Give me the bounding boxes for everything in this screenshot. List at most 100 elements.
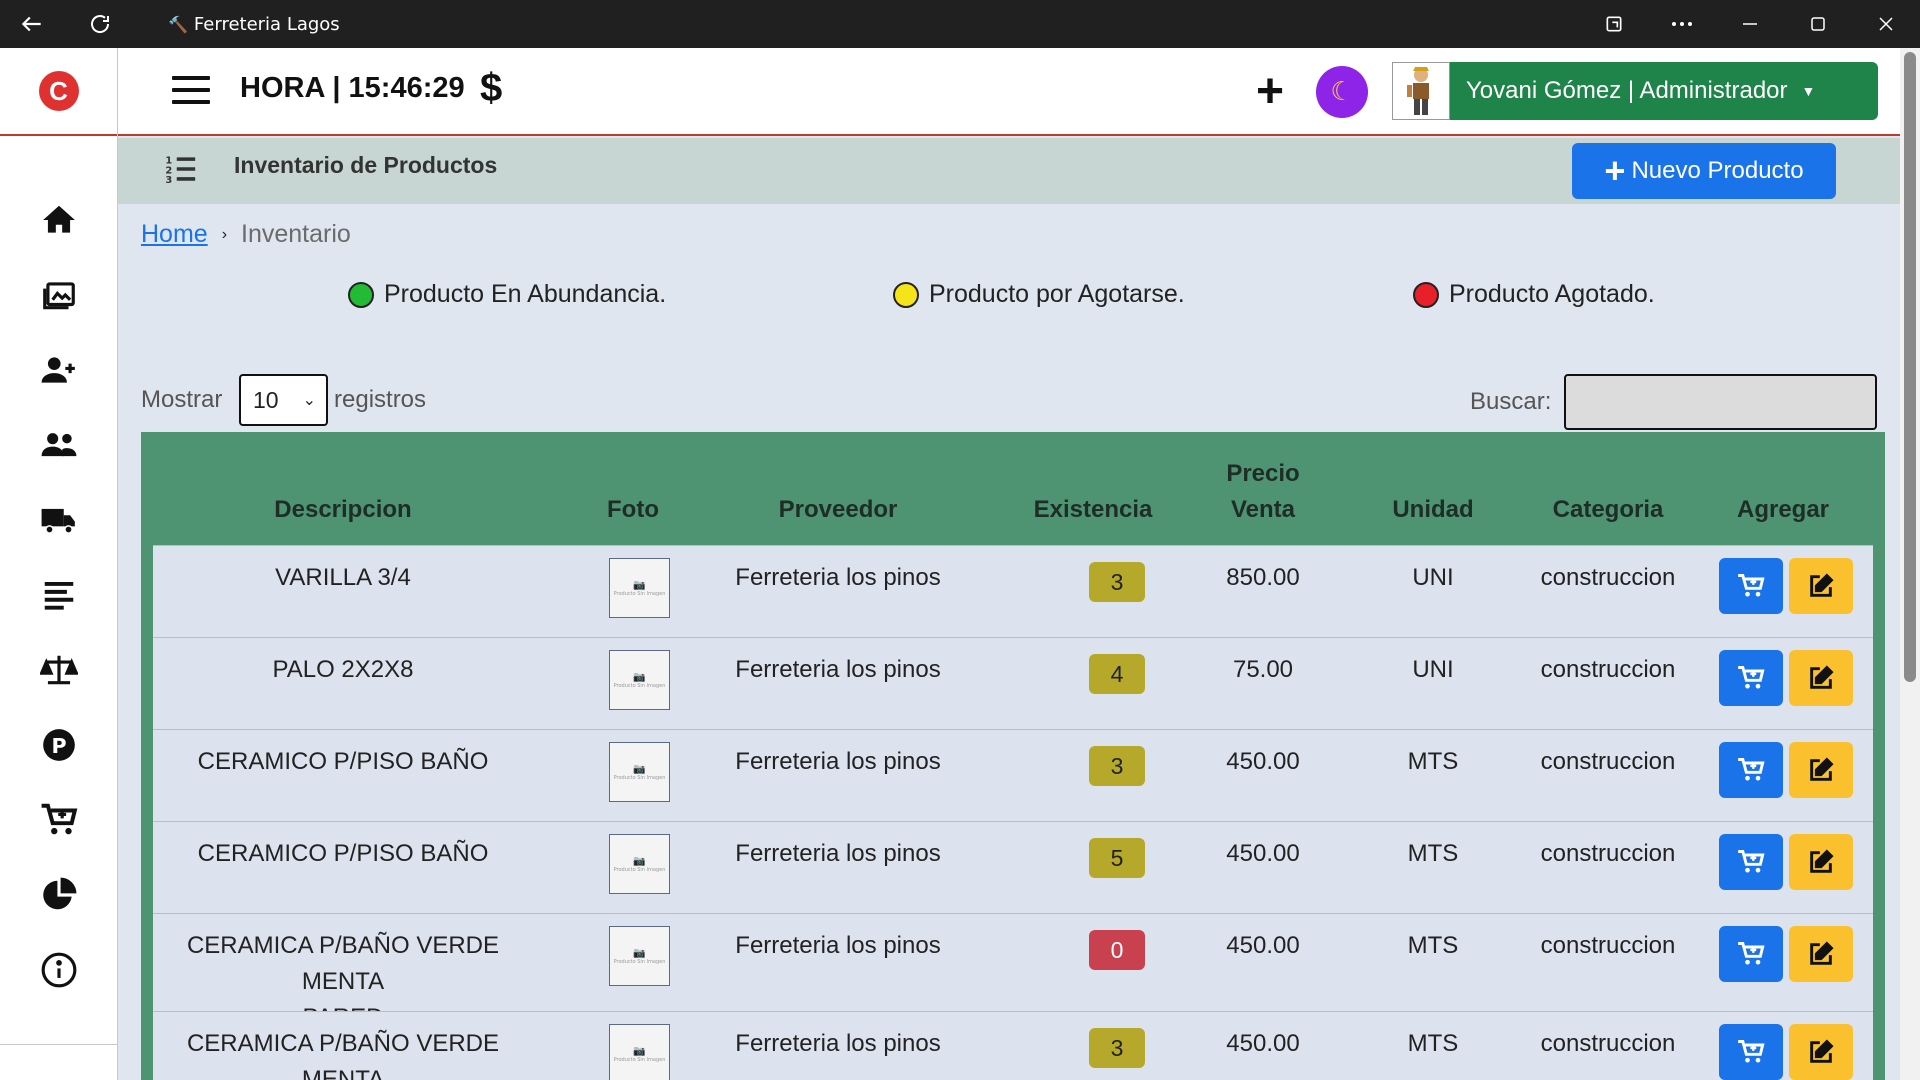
description-line: PALO 2X2X8 (272, 656, 414, 683)
moon-icon: ☾ (1330, 77, 1354, 107)
legend-out-of-stock: Producto Agotado. (1413, 280, 1655, 309)
scrollbar-thumb[interactable] (1904, 52, 1916, 682)
add-to-cart-button[interactable] (1719, 558, 1783, 614)
column-header-agregar[interactable]: Agregar (1713, 492, 1853, 528)
cart-plus-icon (1738, 1040, 1765, 1063)
more-icon[interactable] (1648, 0, 1716, 48)
images-icon[interactable] (0, 265, 118, 325)
table-row: CERAMICA P/BAÑO VERDE MENTA 📷 Producto S… (153, 1011, 1873, 1080)
stock-badge: 3 (1089, 1028, 1145, 1068)
brand[interactable]: C (0, 48, 117, 136)
pie-chart-icon[interactable] (0, 865, 118, 925)
page-scrollbar[interactable] (1900, 48, 1920, 1080)
cell-categoria: construccion (1540, 564, 1676, 591)
new-product-button[interactable]: + Nuevo Producto (1572, 143, 1836, 199)
show-label: Mostrar (141, 386, 223, 413)
legend-abundance: Producto En Abundancia. (348, 280, 666, 309)
page-size-select[interactable]: 10 ⌄ (239, 374, 328, 426)
close-icon[interactable] (1852, 0, 1920, 48)
add-to-cart-button[interactable] (1719, 650, 1783, 706)
photo-placeholder-text: Producto Sin Imagen (613, 682, 666, 689)
edit-button[interactable] (1789, 1024, 1853, 1080)
p-circle-icon[interactable]: P (0, 715, 118, 775)
stock-badge: 3 (1089, 562, 1145, 602)
users-icon[interactable] (0, 415, 118, 475)
reload-icon[interactable] (76, 0, 124, 48)
theme-toggle-button[interactable]: ☾ (1316, 66, 1368, 118)
product-photo[interactable]: 📷 Producto Sin Imagen (609, 834, 670, 894)
edit-button[interactable] (1789, 926, 1853, 982)
cell-precio: 450.00 (1226, 932, 1300, 959)
svg-text:3: 3 (165, 175, 172, 186)
column-header-unidad[interactable]: Unidad (1373, 492, 1493, 528)
cell-precio: 450.00 (1226, 748, 1300, 775)
cart-plus-icon (1738, 574, 1765, 597)
cell-proveedor: Ferreteria los pinos (735, 840, 941, 867)
plus-icon: + (1604, 150, 1626, 191)
stock-badge: 0 (1089, 930, 1145, 970)
cell-categoria: construccion (1540, 840, 1676, 867)
cell-precio: 850.00 (1226, 564, 1300, 591)
add-to-cart-button[interactable] (1719, 742, 1783, 798)
add-to-cart-button[interactable] (1719, 834, 1783, 890)
cart-plus-icon (1738, 758, 1765, 781)
edit-button[interactable] (1789, 742, 1853, 798)
column-header-precio-line1: Precio (1226, 460, 1300, 487)
plus-icon[interactable]: + (1256, 68, 1284, 116)
column-header-proveedor[interactable]: Proveedor (718, 492, 958, 528)
description-line: CERAMICO P/PISO BAÑO (197, 840, 489, 867)
edit-button[interactable] (1789, 650, 1853, 706)
add-to-cart-button[interactable] (1719, 1024, 1783, 1080)
align-left-icon[interactable] (0, 565, 118, 625)
info-icon[interactable] (0, 940, 118, 1000)
column-header-categoria[interactable]: Categoria (1523, 492, 1693, 528)
column-header-precio-venta[interactable]: Precio Venta (1193, 456, 1333, 528)
table-header: Descripcion Foto Proveedor Existencia Pr… (153, 432, 1873, 545)
product-photo[interactable]: 📷 Producto Sin Imagen (609, 558, 670, 618)
edit-icon (1810, 665, 1834, 689)
search-input[interactable] (1564, 374, 1877, 430)
cart-plus-icon[interactable] (0, 790, 118, 850)
cell-unidad: MTS (1407, 840, 1459, 867)
description-line: CERAMICA P/BAÑO VERDE MENTA (186, 1030, 500, 1080)
cell-descripcion: VARILLA 3/4 (163, 560, 523, 596)
product-photo[interactable]: 📷 Producto Sin Imagen (609, 1024, 670, 1080)
sidebar: C P (0, 48, 118, 1080)
back-icon[interactable] (8, 0, 56, 48)
stock-badge: 3 (1089, 746, 1145, 786)
window-title: Ferreteria Lagos (193, 13, 340, 35)
cell-unidad: MTS (1407, 748, 1459, 775)
description-line: CERAMICO P/PISO BAÑO (197, 748, 489, 775)
home-icon[interactable] (0, 190, 118, 250)
product-photo[interactable]: 📷 Producto Sin Imagen (609, 926, 670, 986)
column-header-foto[interactable]: Foto (593, 492, 673, 528)
add-to-cart-button[interactable] (1719, 926, 1783, 982)
edit-button[interactable] (1789, 834, 1853, 890)
breadcrumb-home-link[interactable]: Home (141, 220, 208, 249)
camera-icon: 📷 (633, 671, 646, 683)
product-photo[interactable]: 📷 Producto Sin Imagen (609, 650, 670, 710)
edit-button[interactable] (1789, 558, 1853, 614)
photo-placeholder-text: Producto Sin Imagen (613, 866, 666, 873)
cell-unidad: UNI (1412, 656, 1454, 683)
product-photo[interactable]: 📷 Producto Sin Imagen (609, 742, 670, 802)
cell-proveedor: Ferreteria los pinos (735, 748, 941, 775)
avatar[interactable] (1392, 62, 1450, 120)
cell-descripcion: CERAMICA P/BAÑO VERDE MENTA (163, 1026, 523, 1080)
menu-toggle-icon[interactable] (172, 76, 210, 106)
minimize-icon[interactable] (1716, 0, 1784, 48)
cell-precio: 450.00 (1226, 840, 1300, 867)
scale-icon[interactable] (0, 640, 118, 700)
user-menu-button[interactable]: Yovani Gómez | Administrador ▼ (1450, 62, 1878, 120)
column-header-existencia[interactable]: Existencia (1013, 492, 1173, 528)
column-header-descripcion[interactable]: Descripcion (243, 492, 443, 528)
maximize-icon[interactable] (1784, 0, 1852, 48)
brand-logo[interactable]: C (38, 71, 79, 111)
list-ol-icon: 123 (164, 152, 198, 186)
cart-plus-icon (1738, 666, 1765, 689)
currency-icon[interactable]: $ (480, 66, 502, 111)
breadcrumb: Home › Inventario (141, 220, 351, 249)
app-icon[interactable] (1580, 0, 1648, 48)
truck-icon[interactable] (0, 490, 118, 550)
user-plus-icon[interactable] (0, 340, 118, 400)
